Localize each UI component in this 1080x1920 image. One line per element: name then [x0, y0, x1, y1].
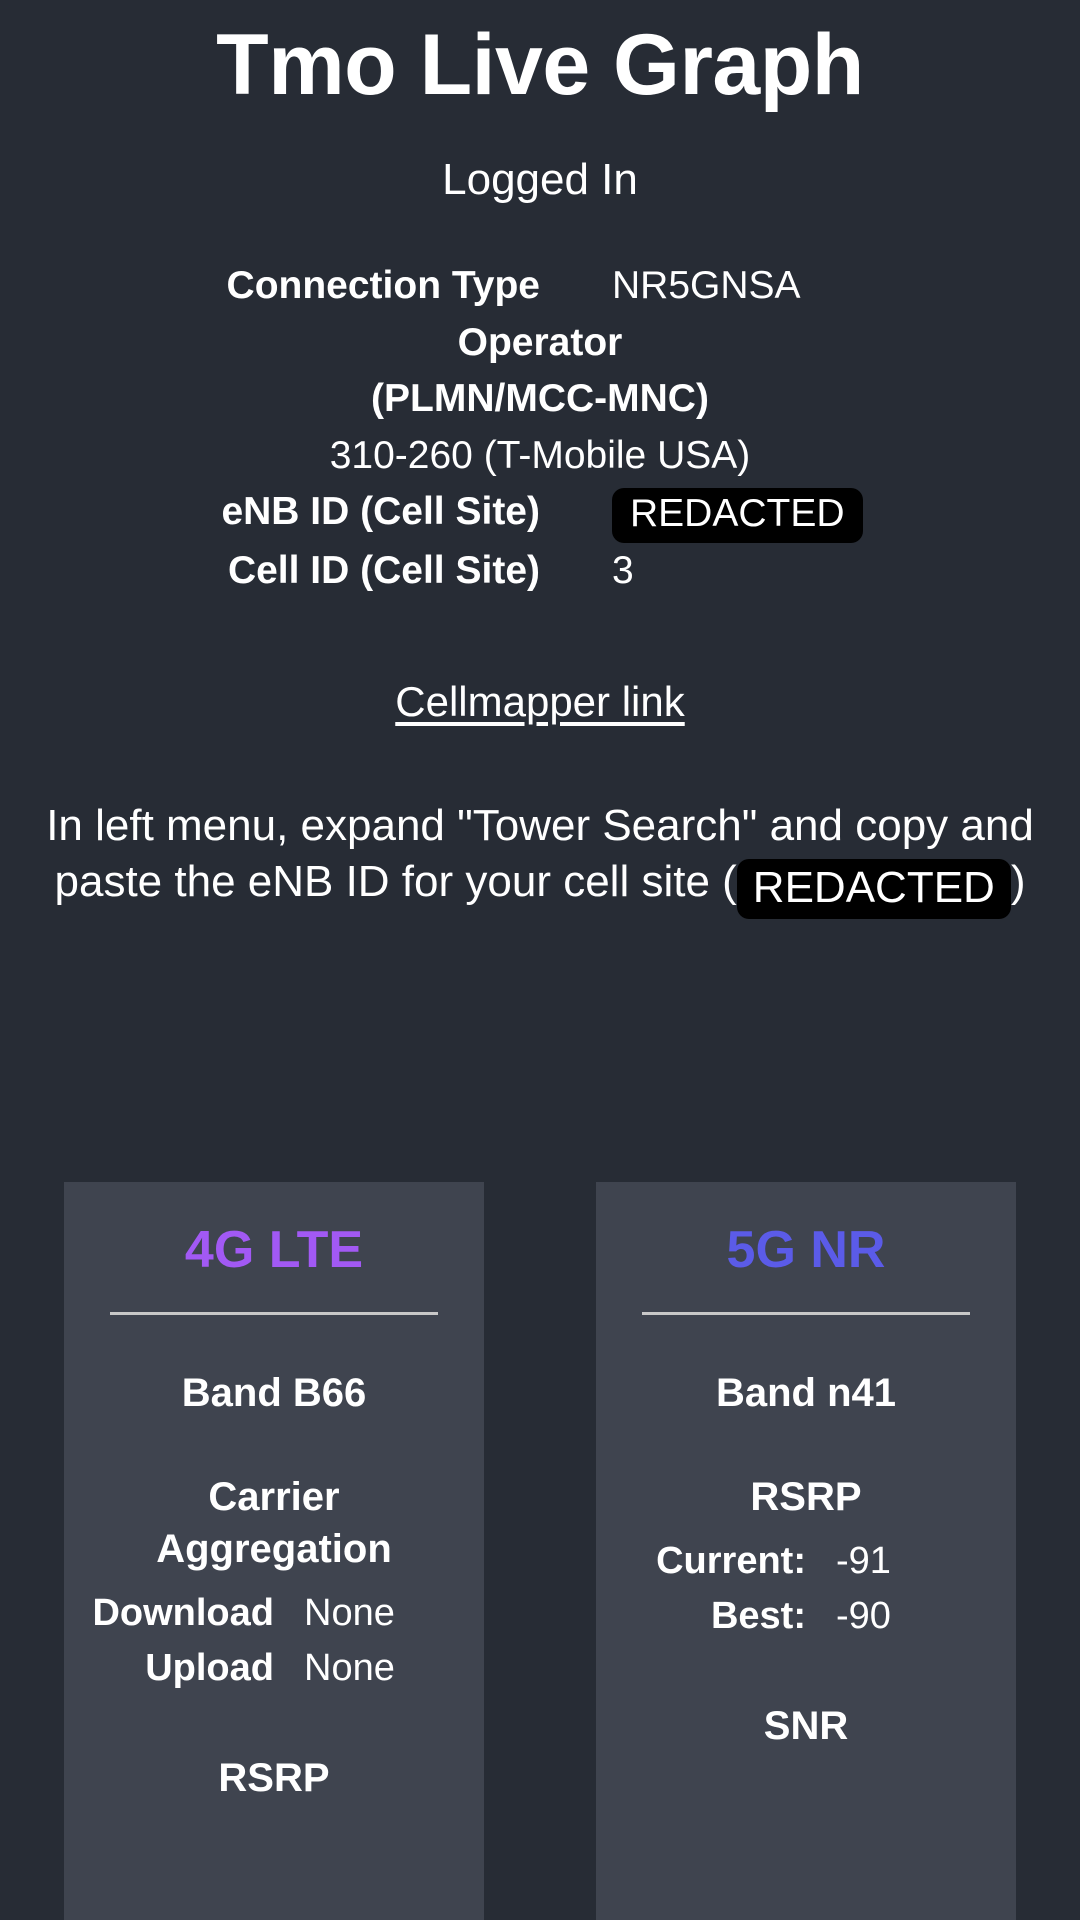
card-4g-lte-divider: [110, 1312, 438, 1315]
signal-cards: 4G LTE Band B66 Carrier Aggregation Down…: [0, 1182, 1080, 1920]
card-4g-lte-body: Band B66 Carrier Aggregation Download No…: [64, 1367, 484, 1804]
instructions-redacted-badge: REDACTED: [736, 858, 1011, 920]
nr-rsrp-best-key: Best:: [710, 1595, 806, 1638]
card-4g-lte-title: 4G LTE: [184, 1221, 364, 1279]
lte-rsrp-label: RSRP: [218, 1755, 330, 1800]
card-5g-nr: 5G NR Band n41 RSRP Current: -91 Best: -…: [596, 1182, 1016, 1920]
nr-rsrp-label: RSRP: [750, 1475, 862, 1519]
card-5g-nr-title: 5G NR: [726, 1221, 886, 1279]
cell-id-value: 3: [612, 549, 634, 593]
nr-rsrp-best-row: Best: -90: [620, 1592, 992, 1641]
lte-upload-key: Upload: [145, 1647, 274, 1690]
card-5g-nr-divider: [642, 1312, 970, 1315]
lte-upload-value: None: [304, 1647, 395, 1690]
lte-carrier-aggregation-label: Carrier Aggregation: [156, 1475, 392, 1571]
operator-label-line1: Operator: [457, 320, 623, 364]
nr-band-label: Band n41: [715, 1371, 897, 1415]
info-row-enb-id: eNB ID (Cell Site) REDACTED: [0, 484, 1080, 544]
operator-label-line2: (PLMN/MCC-MNC): [371, 377, 709, 421]
enb-id-value-wrap: REDACTED: [540, 484, 1010, 544]
info-row-connection-type: Connection Type NR5GNSA: [0, 258, 1080, 315]
lte-download-value: None: [304, 1592, 395, 1634]
login-status: Logged In: [442, 155, 638, 204]
card-5g-nr-body: Band n41 RSRP Current: -91 Best: -90 SNR: [596, 1367, 1016, 1752]
lte-download-row: Download None: [88, 1589, 460, 1638]
operator-value: 310-260 (T-Mobile USA): [329, 433, 751, 477]
page-title: Tmo Live Graph: [216, 17, 864, 113]
connection-type-value: NR5GNSA: [612, 264, 801, 307]
app-page: Tmo Live Graph Logged In Connection Type…: [0, 0, 1080, 1920]
instructions-part2: ): [1010, 856, 1026, 906]
nr-rsrp-current-row: Current: -91: [620, 1537, 992, 1586]
card-4g-lte: 4G LTE Band B66 Carrier Aggregation Down…: [64, 1182, 484, 1920]
enb-id-redacted-badge: REDACTED: [612, 488, 863, 544]
nr-rsrp-current-value: -91: [836, 1540, 891, 1582]
connection-info-table: Connection Type NR5GNSA Operator (PLMN/M…: [0, 258, 1080, 600]
nr-snr-label: SNR: [763, 1703, 849, 1748]
instructions-text: In left menu, expand "Tower Search" and …: [35, 798, 1045, 920]
nr-rsrp-best-value: -90: [836, 1595, 891, 1638]
info-row-operator: Operator (PLMN/MCC-MNC) 310-260 (T-Mobil…: [0, 315, 1080, 485]
enb-id-label: eNB ID (Cell Site): [221, 490, 540, 534]
info-row-cell-id: Cell ID (Cell Site) 3: [0, 543, 1080, 600]
cell-id-label: Cell ID (Cell Site): [227, 549, 540, 593]
lte-upload-row: Upload None: [88, 1644, 460, 1693]
lte-download-key: Download: [92, 1592, 274, 1634]
cellmapper-link[interactable]: Cellmapper link: [395, 678, 684, 725]
lte-band-label: Band B66: [181, 1371, 367, 1415]
nr-rsrp-current-key: Current:: [656, 1540, 806, 1582]
cellmapper-link-wrap: Cellmapper link: [0, 678, 1080, 726]
connection-type-label: Connection Type: [226, 264, 540, 307]
